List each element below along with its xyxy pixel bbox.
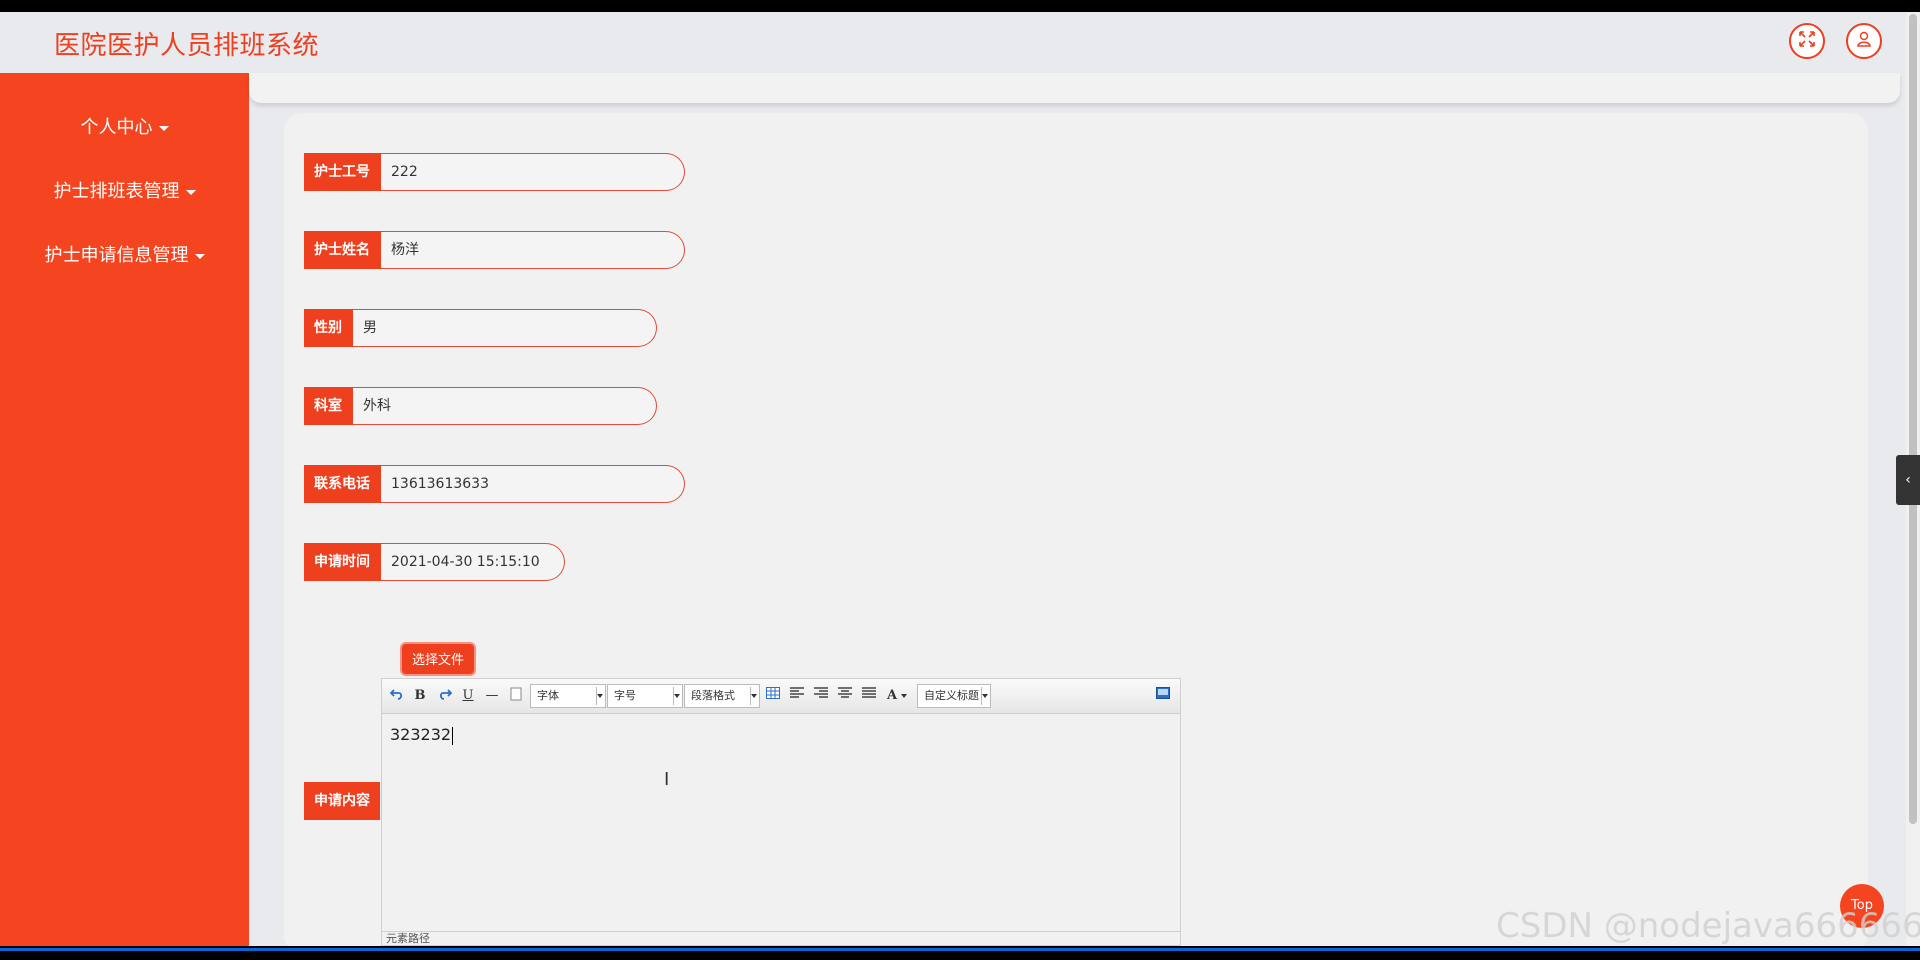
editor-content[interactable]: 323232 (390, 725, 454, 745)
sidebar: 个人中心 护士排班表管理 护士申请信息管理 (0, 73, 249, 946)
field-label: 申请时间 (304, 543, 381, 581)
font-size-select-value: 字号 (614, 689, 636, 702)
font-family-select[interactable]: 字体 (530, 684, 606, 708)
caret-down-icon (185, 189, 196, 195)
align-left-icon[interactable] (788, 687, 806, 705)
caret-down-icon (158, 125, 169, 131)
sidebar-item-application-management[interactable]: 护士申请信息管理 (0, 241, 249, 267)
department-input[interactable]: 外科 (353, 387, 657, 425)
font-size-select[interactable]: 字号 (607, 684, 683, 708)
font-color-button[interactable]: A (884, 687, 900, 705)
paragraph-format-select[interactable]: 段落格式 (684, 684, 760, 708)
custom-title-select-value: 自定义标题 (924, 689, 979, 702)
phone-input[interactable]: 13613613633 (381, 465, 685, 503)
user-button[interactable] (1846, 23, 1882, 59)
paragraph-format-select-value: 段落格式 (691, 689, 735, 702)
sidebar-item-schedule-management[interactable]: 护士排班表管理 (0, 177, 249, 203)
dropdown-arrow-icon (674, 694, 680, 698)
dropdown-arrow-icon (597, 694, 603, 698)
sidebar-item-personal-center[interactable]: 个人中心 (0, 113, 249, 139)
fullscreen-button[interactable] (1789, 23, 1825, 59)
nurse-id-input[interactable]: 222 (381, 153, 685, 191)
field-label: 联系电话 (304, 465, 381, 503)
scrollbar-thumb[interactable] (1909, 14, 1917, 824)
font-color-dropdown-icon[interactable] (900, 687, 908, 705)
apply-time-input[interactable]: 2021-04-30 15:15:10 (381, 543, 565, 581)
rich-text-editor: B U — 字体 字号 段落格式 A 自定义标题 323232 元素路径 (381, 678, 1181, 946)
fullscreen-icon (1798, 30, 1816, 52)
element-path-bar: 元素路径 (382, 931, 1180, 945)
field-label: 性别 (304, 309, 353, 347)
breadcrumb-bar (249, 73, 1900, 103)
align-right-icon[interactable] (812, 687, 830, 705)
content-label: 申请内容 (304, 782, 380, 820)
side-panel-toggle[interactable]: ‹ (1896, 455, 1920, 505)
field-label: 科室 (304, 387, 353, 425)
bottom-progress-line (0, 948, 1920, 951)
table-icon[interactable] (764, 687, 782, 705)
bold-button[interactable]: B (412, 687, 428, 705)
nurse-name-input[interactable]: 杨洋 (381, 231, 685, 269)
font-family-select-value: 字体 (537, 689, 559, 702)
dropdown-arrow-icon (751, 694, 757, 698)
choose-file-button[interactable]: 选择文件 (400, 642, 477, 676)
redo-icon[interactable] (436, 687, 454, 705)
chevron-left-icon: ‹ (1905, 472, 1911, 488)
page-icon[interactable] (508, 687, 524, 705)
editor-toolbar: B U — 字体 字号 段落格式 A 自定义标题 (382, 679, 1180, 714)
underline-button[interactable]: U (460, 687, 476, 705)
user-icon (1855, 30, 1873, 52)
undo-icon[interactable] (388, 687, 406, 705)
align-center-icon[interactable] (836, 687, 854, 705)
horizontal-rule-button[interactable]: — (484, 687, 500, 705)
custom-title-select[interactable]: 自定义标题 (917, 684, 991, 708)
app-window: 医院医护人员排班系统 个人中心 护士排班表管理 护士申请信息管理 护士工号 22… (0, 12, 1920, 946)
sidebar-item-label: 护士申请信息管理 (44, 245, 189, 266)
sidebar-item-label: 护士排班表管理 (53, 181, 180, 202)
preview-icon[interactable] (1154, 687, 1172, 705)
watermark: CSDN @nodejava666666 (1496, 906, 1920, 946)
field-label: 护士姓名 (304, 231, 381, 269)
gender-input[interactable]: 男 (353, 309, 657, 347)
field-label: 护士工号 (304, 153, 381, 191)
align-justify-icon[interactable] (860, 687, 878, 705)
header: 医院医护人员排班系统 (0, 12, 1900, 73)
editor-content-text: 323232 (390, 725, 452, 744)
caret-down-icon (194, 253, 205, 259)
ibeam-cursor-icon: I (664, 769, 670, 790)
text-cursor (452, 726, 454, 745)
sidebar-item-label: 个人中心 (80, 117, 153, 138)
dropdown-arrow-icon (982, 694, 988, 698)
app-title: 医院医护人员排班系统 (54, 31, 320, 61)
